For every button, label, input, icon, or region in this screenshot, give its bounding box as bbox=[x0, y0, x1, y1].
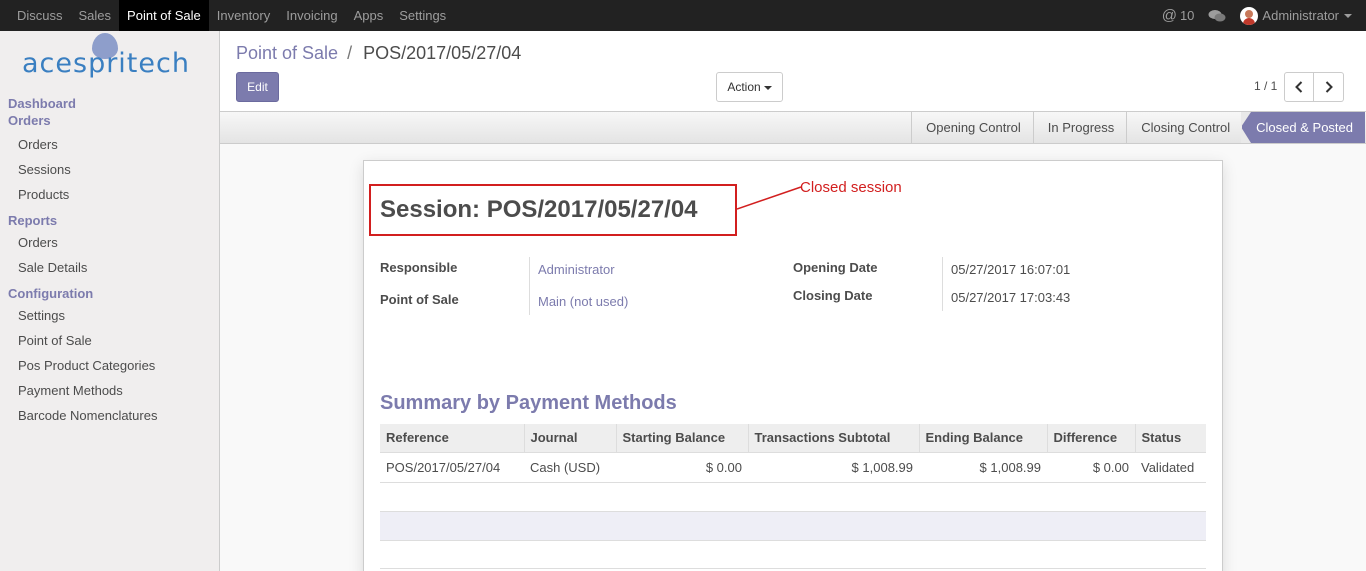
chevron-down-icon bbox=[763, 85, 772, 90]
action-label: Action bbox=[727, 80, 761, 94]
control-panel: Point of Sale / POS/2017/05/27/04 Edit A… bbox=[220, 31, 1366, 112]
status-bar: Opening Control In Progress Closing Cont… bbox=[220, 112, 1366, 144]
mentions-count: 10 bbox=[1179, 8, 1195, 23]
col-starting-balance[interactable]: Starting Balance bbox=[615, 424, 748, 452]
edit-button[interactable]: Edit bbox=[236, 72, 279, 102]
breadcrumb: Point of Sale / POS/2017/05/27/04 bbox=[236, 43, 521, 64]
opening-date-label: Opening Date bbox=[793, 260, 878, 275]
responsible-value[interactable]: Administrator bbox=[538, 262, 615, 277]
sidebar-item-products[interactable]: Products bbox=[0, 182, 219, 207]
chat-button[interactable] bbox=[1208, 9, 1226, 23]
pager-buttons bbox=[1284, 72, 1344, 102]
empty-table-row bbox=[380, 540, 1206, 569]
responsible-label: Responsible bbox=[380, 260, 458, 275]
form-background: Session: POS/2017/05/27/04 Closed sessio… bbox=[220, 144, 1366, 571]
stage-in-progress[interactable]: In Progress bbox=[1032, 112, 1126, 143]
pager-next-button[interactable] bbox=[1314, 72, 1344, 102]
table-row[interactable]: POS/2017/05/27/04 Cash (USD) $ 0.00 $ 1,… bbox=[380, 451, 1206, 482]
sidebar-item-sale-details[interactable]: Sale Details bbox=[0, 255, 219, 280]
col-difference[interactable]: Difference bbox=[1046, 424, 1135, 452]
col-status[interactable]: Status bbox=[1134, 424, 1206, 452]
empty-table-row bbox=[380, 482, 1206, 511]
sidebar-item-settings[interactable]: Settings bbox=[0, 303, 219, 328]
cell-journal: Cash (USD) bbox=[524, 451, 616, 482]
top-menu-bar: Discuss Sales Point of Sale Inventory In… bbox=[0, 0, 1366, 31]
sidebar-item-orders[interactable]: Orders bbox=[0, 132, 219, 157]
session-title: Session: POS/2017/05/27/04 bbox=[380, 196, 698, 223]
mentions-button[interactable]: @ 10 bbox=[1162, 7, 1195, 24]
main-content: Point of Sale / POS/2017/05/27/04 Edit A… bbox=[220, 31, 1366, 571]
table-header-row: Reference Journal Starting Balance Trans… bbox=[380, 424, 1206, 452]
stage-opening-control[interactable]: Opening Control bbox=[911, 112, 1033, 143]
field-divider bbox=[942, 257, 943, 311]
cell-reference: POS/2017/05/27/04 bbox=[380, 451, 524, 482]
closing-date-value: 05/27/2017 17:03:43 bbox=[951, 290, 1071, 305]
opening-date-value: 05/27/2017 16:07:01 bbox=[951, 262, 1071, 277]
app-invoicing[interactable]: Invoicing bbox=[278, 0, 345, 31]
breadcrumb-parent[interactable]: Point of Sale bbox=[236, 43, 338, 63]
app-settings[interactable]: Settings bbox=[391, 0, 454, 31]
sidebar-item-barcode-nomenclatures[interactable]: Barcode Nomenclatures bbox=[0, 403, 219, 428]
breadcrumb-separator: / bbox=[347, 43, 353, 63]
app-apps[interactable]: Apps bbox=[346, 0, 392, 31]
summary-title: Summary by Payment Methods bbox=[380, 392, 677, 414]
sidebar-item-sessions[interactable]: Sessions bbox=[0, 157, 219, 182]
company-logo[interactable]: acespritech bbox=[0, 31, 219, 93]
annotation-label: Closed session bbox=[800, 179, 902, 196]
app-sales[interactable]: Sales bbox=[71, 0, 120, 31]
stage-closing-control[interactable]: Closing Control bbox=[1126, 112, 1242, 143]
user-menu[interactable]: Administrator bbox=[1240, 6, 1352, 25]
col-ending-balance[interactable]: Ending Balance bbox=[918, 424, 1047, 452]
closing-date-label: Closing Date bbox=[793, 288, 873, 303]
sidebar-item-payment-methods[interactable]: Payment Methods bbox=[0, 378, 219, 403]
user-avatar bbox=[1240, 6, 1259, 25]
sidebar-item-point-of-sale[interactable]: Point of Sale bbox=[0, 328, 219, 353]
sidebar-section-reports[interactable]: Reports bbox=[0, 213, 219, 228]
point-of-sale-value[interactable]: Main (not used) bbox=[538, 294, 628, 309]
chevron-right-icon bbox=[1325, 81, 1333, 93]
empty-table-row bbox=[380, 511, 1206, 540]
app-point-of-sale[interactable]: Point of Sale bbox=[119, 0, 209, 31]
breadcrumb-current: POS/2017/05/27/04 bbox=[363, 43, 522, 63]
app-discuss[interactable]: Discuss bbox=[0, 0, 71, 31]
cell-difference: $ 0.00 bbox=[1047, 451, 1135, 482]
payment-summary-table: Reference Journal Starting Balance Trans… bbox=[380, 424, 1206, 482]
systray: @ 10 Administrator bbox=[1162, 0, 1366, 31]
col-journal[interactable]: Journal bbox=[523, 424, 616, 452]
col-transactions-subtotal[interactable]: Transactions Subtotal bbox=[747, 424, 919, 452]
user-name: Administrator bbox=[1262, 8, 1339, 23]
status-stages: Opening Control In Progress Closing Cont… bbox=[911, 112, 1365, 143]
field-divider bbox=[529, 257, 530, 315]
action-dropdown[interactable]: Action bbox=[716, 72, 783, 102]
sidebar: acespritech Dashboard Orders Orders Sess… bbox=[0, 31, 220, 571]
chat-bubbles-icon bbox=[1208, 9, 1226, 21]
sidebar-item-pos-product-categories[interactable]: Pos Product Categories bbox=[0, 353, 219, 378]
pager-value[interactable]: 1 / 1 bbox=[1254, 79, 1277, 93]
sidebar-item-report-orders[interactable]: Orders bbox=[0, 230, 219, 255]
cell-starting-balance: $ 0.00 bbox=[616, 451, 748, 482]
form-sheet: Session: POS/2017/05/27/04 Closed sessio… bbox=[363, 160, 1223, 571]
annotation-connector-line bbox=[737, 186, 802, 210]
pager-previous-button[interactable] bbox=[1284, 72, 1314, 102]
sidebar-section-configuration[interactable]: Configuration bbox=[0, 286, 219, 301]
at-icon: @ bbox=[1161, 7, 1177, 24]
cell-status: Validated bbox=[1135, 451, 1206, 482]
chevron-down-icon bbox=[1344, 13, 1352, 18]
cell-ending-balance: $ 1,008.99 bbox=[919, 451, 1047, 482]
sidebar-section-orders[interactable]: Orders bbox=[0, 113, 219, 128]
app-inventory[interactable]: Inventory bbox=[209, 0, 278, 31]
chevron-left-icon bbox=[1295, 81, 1303, 93]
point-of-sale-label: Point of Sale bbox=[380, 292, 459, 307]
logo-text: acespritech bbox=[22, 48, 190, 79]
col-reference[interactable]: Reference bbox=[380, 424, 524, 452]
sidebar-dashboard[interactable]: Dashboard bbox=[0, 96, 219, 111]
stage-closed-posted[interactable]: Closed & Posted bbox=[1241, 112, 1365, 143]
cell-transactions-subtotal: $ 1,008.99 bbox=[748, 451, 919, 482]
